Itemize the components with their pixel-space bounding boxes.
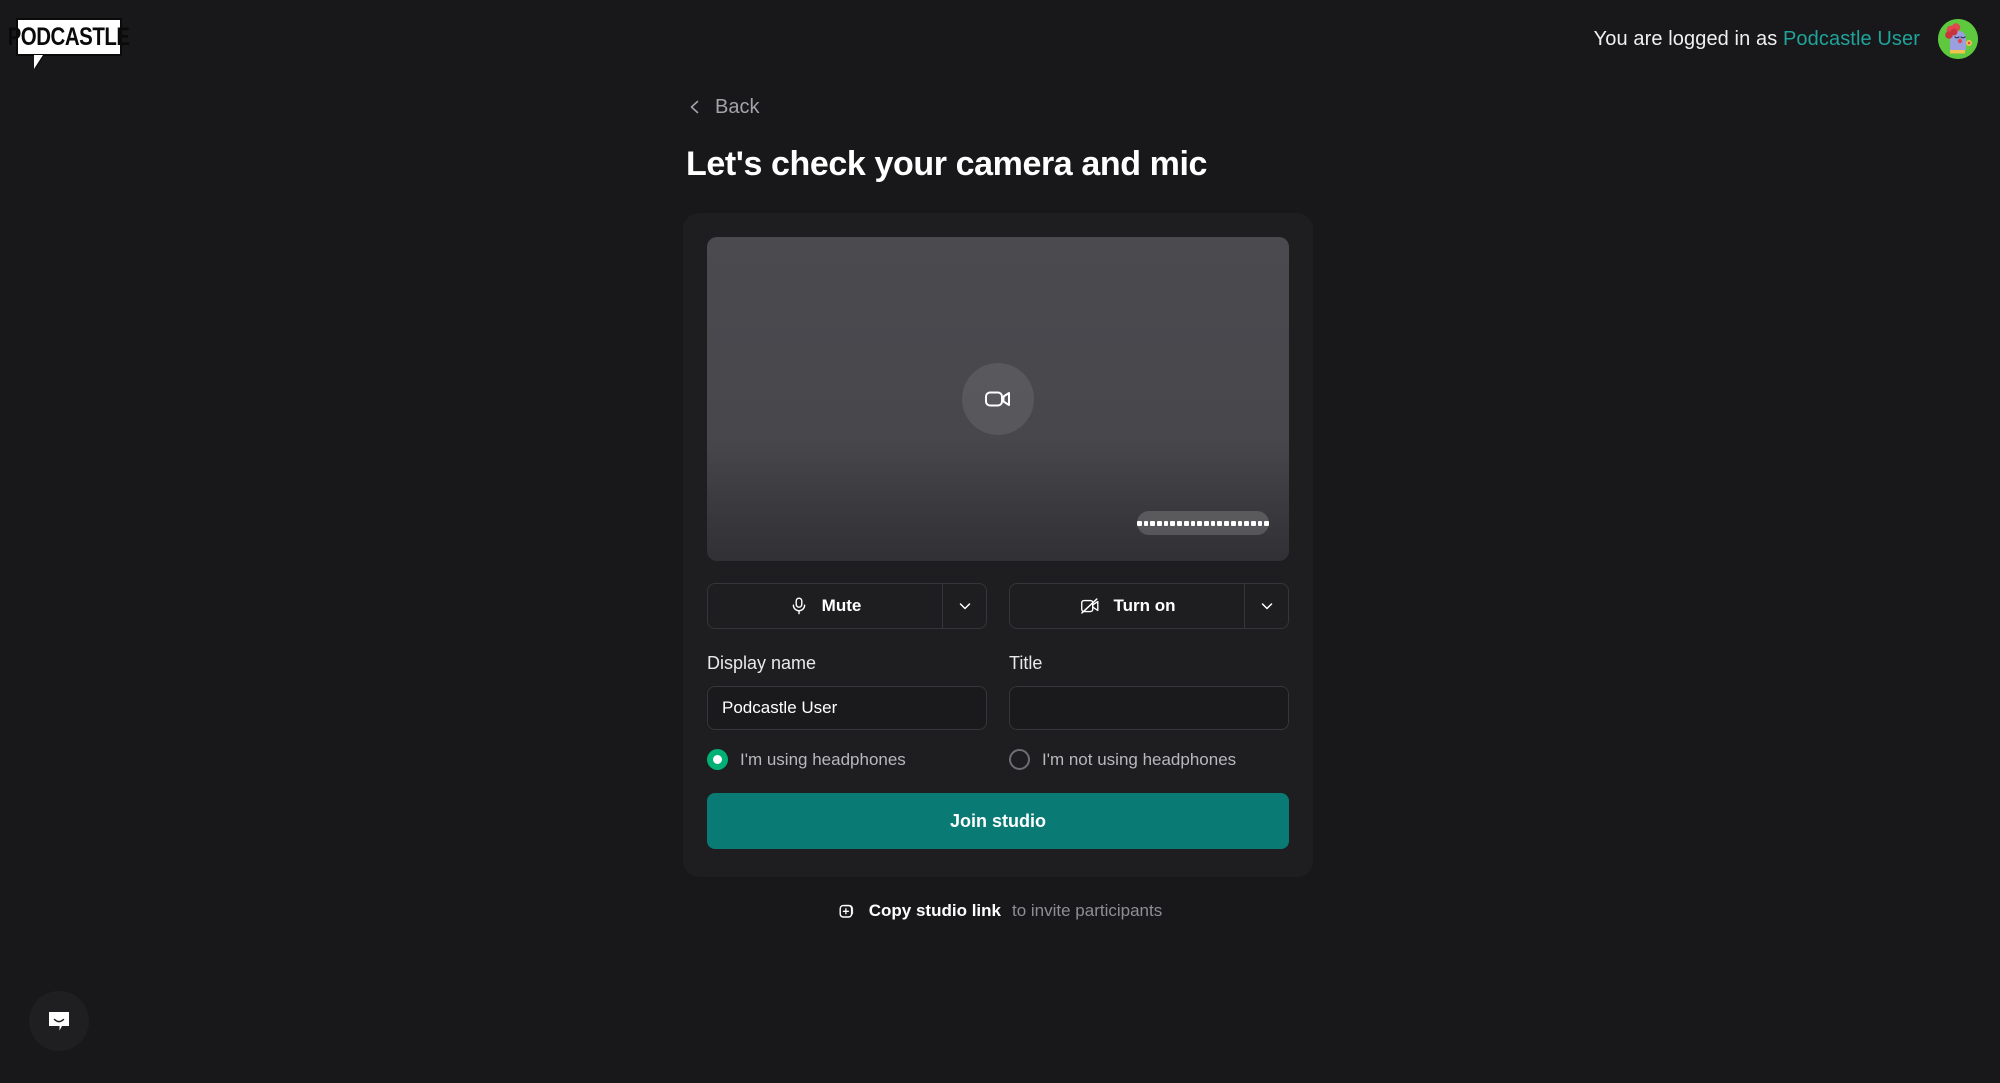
back-button[interactable]: Back [687, 90, 797, 124]
camera-placeholder [962, 363, 1034, 435]
meter-segment [1237, 520, 1243, 526]
display-name-label: Display name [707, 653, 817, 673]
setup-card: Mute Turn on Display name Podcastle User… [683, 213, 1313, 877]
meter-segment [1257, 520, 1263, 526]
meter-segment [1230, 520, 1236, 526]
chevron-left-icon [690, 100, 699, 114]
meter-segment [1177, 520, 1182, 526]
display-name-field-group: Display name [707, 653, 987, 730]
meter-segment [1250, 520, 1256, 526]
copy-studio-link-label: Copy studio link [868, 901, 1001, 920]
device-controls: Mute Turn on [707, 583, 1289, 629]
title-input[interactable] [1009, 686, 1289, 730]
intercom-chat-bubble-icon [49, 1012, 69, 1031]
identity-fields: Display name Title [707, 653, 1289, 730]
camera-turn-on-label: Turn on [1113, 596, 1176, 615]
radio-not-using-headphones-label: I'm not using headphones [1042, 749, 1237, 769]
meter-segment [1244, 520, 1249, 526]
meter-segment [1170, 520, 1176, 526]
meter-segment [1190, 520, 1196, 526]
mic-mute-button[interactable]: Mute [707, 583, 987, 629]
meter-segment [1136, 520, 1142, 526]
video-camera-icon [985, 391, 1010, 407]
copy-studio-link-hint: to invite participants [1011, 901, 1163, 920]
logged-in-user-name[interactable]: Podcastle User [1783, 28, 1920, 50]
meter-segment [1143, 520, 1149, 526]
user-area: You are logged in as Podcastle User [1594, 0, 1978, 78]
logo-text: PODCASTLE [7, 22, 131, 51]
avatar-illustration [1938, 19, 1978, 59]
meter-segment [1163, 520, 1169, 526]
podcastle-logo[interactable]: PODCASTLE [8, 18, 130, 69]
camera-turn-on-button[interactable]: Turn on [1009, 583, 1289, 629]
join-studio-button[interactable]: Join studio [707, 793, 1289, 849]
intercom-chat-button[interactable] [29, 991, 89, 1051]
meter-segment [1150, 520, 1156, 526]
radio-using-headphones-label: I'm using headphones [740, 749, 906, 769]
microphone-icon [792, 597, 805, 615]
camera-preview [707, 237, 1289, 561]
chevron-down-icon [1261, 603, 1272, 610]
meter-segment [1204, 520, 1209, 526]
radio-not-using-headphones[interactable]: I'm not using headphones [1009, 749, 1289, 770]
avatar[interactable] [1938, 19, 1978, 59]
title-label: Title [1009, 653, 1043, 673]
meter-segment [1183, 520, 1189, 526]
back-label: Back [715, 95, 760, 118]
radio-unselected-icon [1009, 749, 1030, 770]
meter-segment [1217, 520, 1223, 526]
video-camera-off-icon [1080, 598, 1098, 614]
logged-in-status: You are logged in as Podcastle User [1594, 28, 1920, 51]
meter-segment [1197, 520, 1202, 526]
camera-options-button[interactable] [1244, 584, 1288, 628]
display-name-input[interactable] [707, 686, 987, 730]
main-column: Back Let's check your camera and mic Mut… [683, 0, 1317, 921]
meter-segment [1157, 520, 1162, 526]
mic-mute-label: Mute [821, 596, 862, 615]
logo-bubble: PODCASTLE [8, 18, 130, 56]
chevron-down-icon [959, 603, 970, 610]
meter-segment [1210, 520, 1216, 526]
meter-segment [1224, 520, 1229, 526]
mic-mute-main[interactable]: Mute [708, 584, 942, 628]
copy-add-icon [839, 904, 853, 918]
logo-tail [34, 55, 52, 69]
copy-studio-link[interactable]: Copy studio link to invite participants [683, 901, 1317, 921]
radio-using-headphones[interactable]: I'm using headphones [707, 749, 987, 770]
page-title: Let's check your camera and mic [686, 145, 1208, 183]
mic-options-button[interactable] [942, 584, 986, 628]
meter-segment [1264, 520, 1270, 526]
headphones-options: I'm using headphones I'm not using headp… [707, 749, 1289, 770]
audio-level-meter [1136, 511, 1270, 535]
radio-selected-icon [707, 749, 728, 770]
title-field-group: Title [1009, 653, 1289, 730]
camera-turn-on-main[interactable]: Turn on [1010, 584, 1244, 628]
logged-in-prefix: You are logged in as [1593, 27, 1778, 50]
